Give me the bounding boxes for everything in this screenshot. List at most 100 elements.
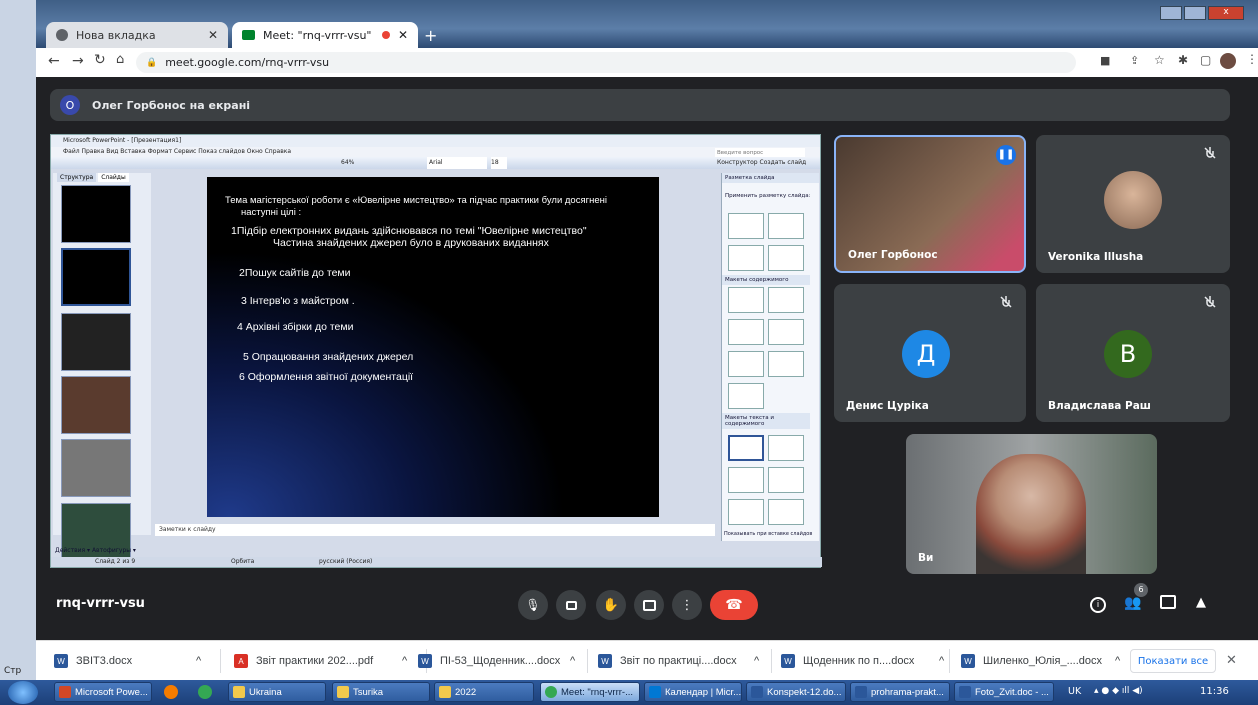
close-icon[interactable]: ✕ xyxy=(208,28,218,42)
taskbar-item[interactable]: Tsurika xyxy=(332,682,430,702)
current-slide: Тема магістерської роботи є «Ювелірне ми… xyxy=(207,177,659,517)
windows-taskbar: Microsoft Powe... Ukraina Tsurika 2022 M… xyxy=(0,680,1258,705)
taskbar-item[interactable]: Foto_Zvit.doc - ... xyxy=(954,682,1054,702)
raise-hand-button[interactable]: ✋ xyxy=(596,590,626,620)
participant-tile[interactable]: Veronika Illusha xyxy=(1036,135,1230,273)
ppt-slide-panel: Структура Слайды xyxy=(53,173,151,561)
camera-indicator-icon[interactable]: ■ xyxy=(1100,54,1110,67)
camera-button[interactable] xyxy=(556,590,586,620)
reload-icon[interactable]: ↻ xyxy=(94,52,106,68)
chrome-icon xyxy=(545,686,557,698)
speaking-indicator-icon: ❚❚ xyxy=(996,145,1016,165)
pdf-icon: A xyxy=(234,654,248,668)
start-button[interactable] xyxy=(8,681,38,704)
share-icon[interactable]: ⇪ xyxy=(1130,54,1139,67)
url-text: meet.google.com/rnq-vrrr-vsu xyxy=(165,56,330,69)
close-window-button[interactable]: x xyxy=(1208,6,1244,20)
presenting-banner: О Олег Горбонос на екрані xyxy=(50,89,1230,121)
back-icon[interactable]: ← xyxy=(48,53,60,69)
slide-line: 5 Опрацювання знайдених джерел xyxy=(243,351,414,363)
home-icon[interactable]: ⌂ xyxy=(116,52,124,67)
word-doc-icon: W xyxy=(781,654,795,668)
self-view-tile[interactable]: Ви xyxy=(906,434,1157,574)
taskbar-item[interactable]: Microsoft Powe... xyxy=(54,682,152,702)
menu-icon[interactable]: ⋮ xyxy=(1246,52,1258,66)
new-tab-button[interactable]: + xyxy=(424,26,437,45)
slide-line: 4 Архівні збірки до теми xyxy=(237,321,354,333)
show-all-downloads-button[interactable]: Показати все xyxy=(1130,649,1216,673)
chat-icon[interactable] xyxy=(1160,595,1176,609)
participant-tile[interactable]: В Владислава Раш xyxy=(1036,284,1230,422)
chevron-up-icon[interactable]: ^ xyxy=(939,655,944,667)
more-options-button[interactable]: ⋮ xyxy=(672,590,702,620)
slide-thumb-4 xyxy=(61,376,131,434)
taskbar-label: Konspekt-12.do... xyxy=(767,686,842,698)
maximize-button[interactable] xyxy=(1184,6,1206,20)
info-icon[interactable]: i xyxy=(1090,597,1106,613)
activities-icon[interactable]: ▲ xyxy=(1196,595,1206,610)
ppt-font: Arial xyxy=(427,157,487,169)
download-item[interactable]: W Щоденник по п....docx ^ xyxy=(781,651,944,671)
language-indicator[interactable]: UK xyxy=(1068,686,1081,697)
leave-call-button[interactable]: ☎ xyxy=(710,590,758,620)
ppt-help-box: Введите вопрос xyxy=(715,148,805,157)
firefox-icon[interactable] xyxy=(164,685,178,699)
recording-dot-icon xyxy=(381,31,390,39)
ppt-task-pane: Разметка слайда Применить разметку слайд… xyxy=(721,173,819,541)
layout-option xyxy=(768,435,804,461)
forward-icon[interactable]: → xyxy=(72,53,84,69)
chevron-up-icon[interactable]: ^ xyxy=(1115,655,1120,667)
task-pane-section: Макеты текста и содержимого xyxy=(722,413,810,429)
word-doc-icon: W xyxy=(418,654,432,668)
divider xyxy=(771,649,772,673)
taskbar-item[interactable]: Календар | Micr... xyxy=(644,682,742,702)
chevron-up-icon[interactable]: ^ xyxy=(754,655,759,667)
tab-new-tab[interactable]: Нова вкладка ✕ xyxy=(46,22,228,48)
ppt-zoom: 64% xyxy=(341,159,355,166)
slide-thumb-1 xyxy=(61,185,131,243)
people-button[interactable]: 👥 6 xyxy=(1124,583,1148,611)
chevron-up-icon[interactable]: ^ xyxy=(570,655,575,667)
taskbar-label: Календар | Micr... xyxy=(665,686,742,698)
download-item[interactable]: W Звіт по практиці....docx ^ xyxy=(598,651,759,671)
download-item[interactable]: W Шиленко_Юлія_....docx ^ xyxy=(961,651,1120,671)
taskbar-item[interactable]: Ukraina xyxy=(228,682,326,702)
participant-name: Олег Горбонос xyxy=(848,249,938,261)
slide-line: наступні цілі : xyxy=(241,207,302,218)
chrome-icon[interactable] xyxy=(198,685,212,699)
profile-avatar[interactable] xyxy=(1220,53,1236,69)
sidepanel-icon[interactable]: ▢ xyxy=(1200,53,1211,67)
mic-button[interactable]: 🎙 xyxy=(518,590,548,620)
taskbar-item[interactable]: Meet: "rnq-vrrr-... xyxy=(540,682,640,702)
tab-meet[interactable]: Meet: "rnq-vrrr-vsu" ✕ xyxy=(232,22,418,48)
close-downloads-icon[interactable]: ✕ xyxy=(1226,653,1237,668)
ppt-menu: Файл Правка Вид Вставка Формат Сервис По… xyxy=(63,148,292,155)
present-button[interactable] xyxy=(634,590,664,620)
omnibox[interactable]: 🔒 meet.google.com/rnq-vrrr-vsu xyxy=(136,52,1076,73)
minimize-button[interactable] xyxy=(1160,6,1182,20)
download-item[interactable]: W ЗВІТ3.docx ^ xyxy=(54,651,201,671)
taskbar-item[interactable]: Konspekt-12.do... xyxy=(746,682,846,702)
folder-icon xyxy=(233,686,245,698)
phone-hangup-icon: ☎ xyxy=(725,597,743,613)
present-icon xyxy=(642,599,656,611)
calendar-icon xyxy=(649,686,661,698)
participant-tile[interactable]: Д Денис Цуріка xyxy=(834,284,1026,422)
shared-screen-powerpoint: Microsoft PowerPoint - [Презентация1] Фа… xyxy=(50,134,822,568)
close-icon[interactable]: ✕ xyxy=(398,28,408,42)
download-item[interactable]: A Звіт практики 202....pdf ^ xyxy=(234,651,407,671)
chevron-up-icon[interactable]: ^ xyxy=(402,655,407,667)
layout-option xyxy=(728,351,764,377)
taskbar-item[interactable]: 2022 xyxy=(434,682,534,702)
slide-thumb-3 xyxy=(61,313,131,371)
ppt-status-lang: русский (Россия) xyxy=(319,558,373,565)
extensions-icon[interactable]: ✱ xyxy=(1178,53,1188,67)
clock[interactable]: 11:36 xyxy=(1200,686,1229,697)
star-icon[interactable]: ☆ xyxy=(1154,53,1165,67)
participant-tile[interactable]: ❚❚ Олег Горбонос xyxy=(834,135,1026,273)
chevron-up-icon[interactable]: ^ xyxy=(196,655,201,667)
ppt-tab-outline: Структура xyxy=(57,173,97,182)
download-item[interactable]: W ПІ-53_Щоденник....docx ^ xyxy=(418,651,575,671)
download-name: ПІ-53_Щоденник....docx xyxy=(440,655,561,667)
taskbar-item[interactable]: prohrama-prakt... xyxy=(850,682,950,702)
